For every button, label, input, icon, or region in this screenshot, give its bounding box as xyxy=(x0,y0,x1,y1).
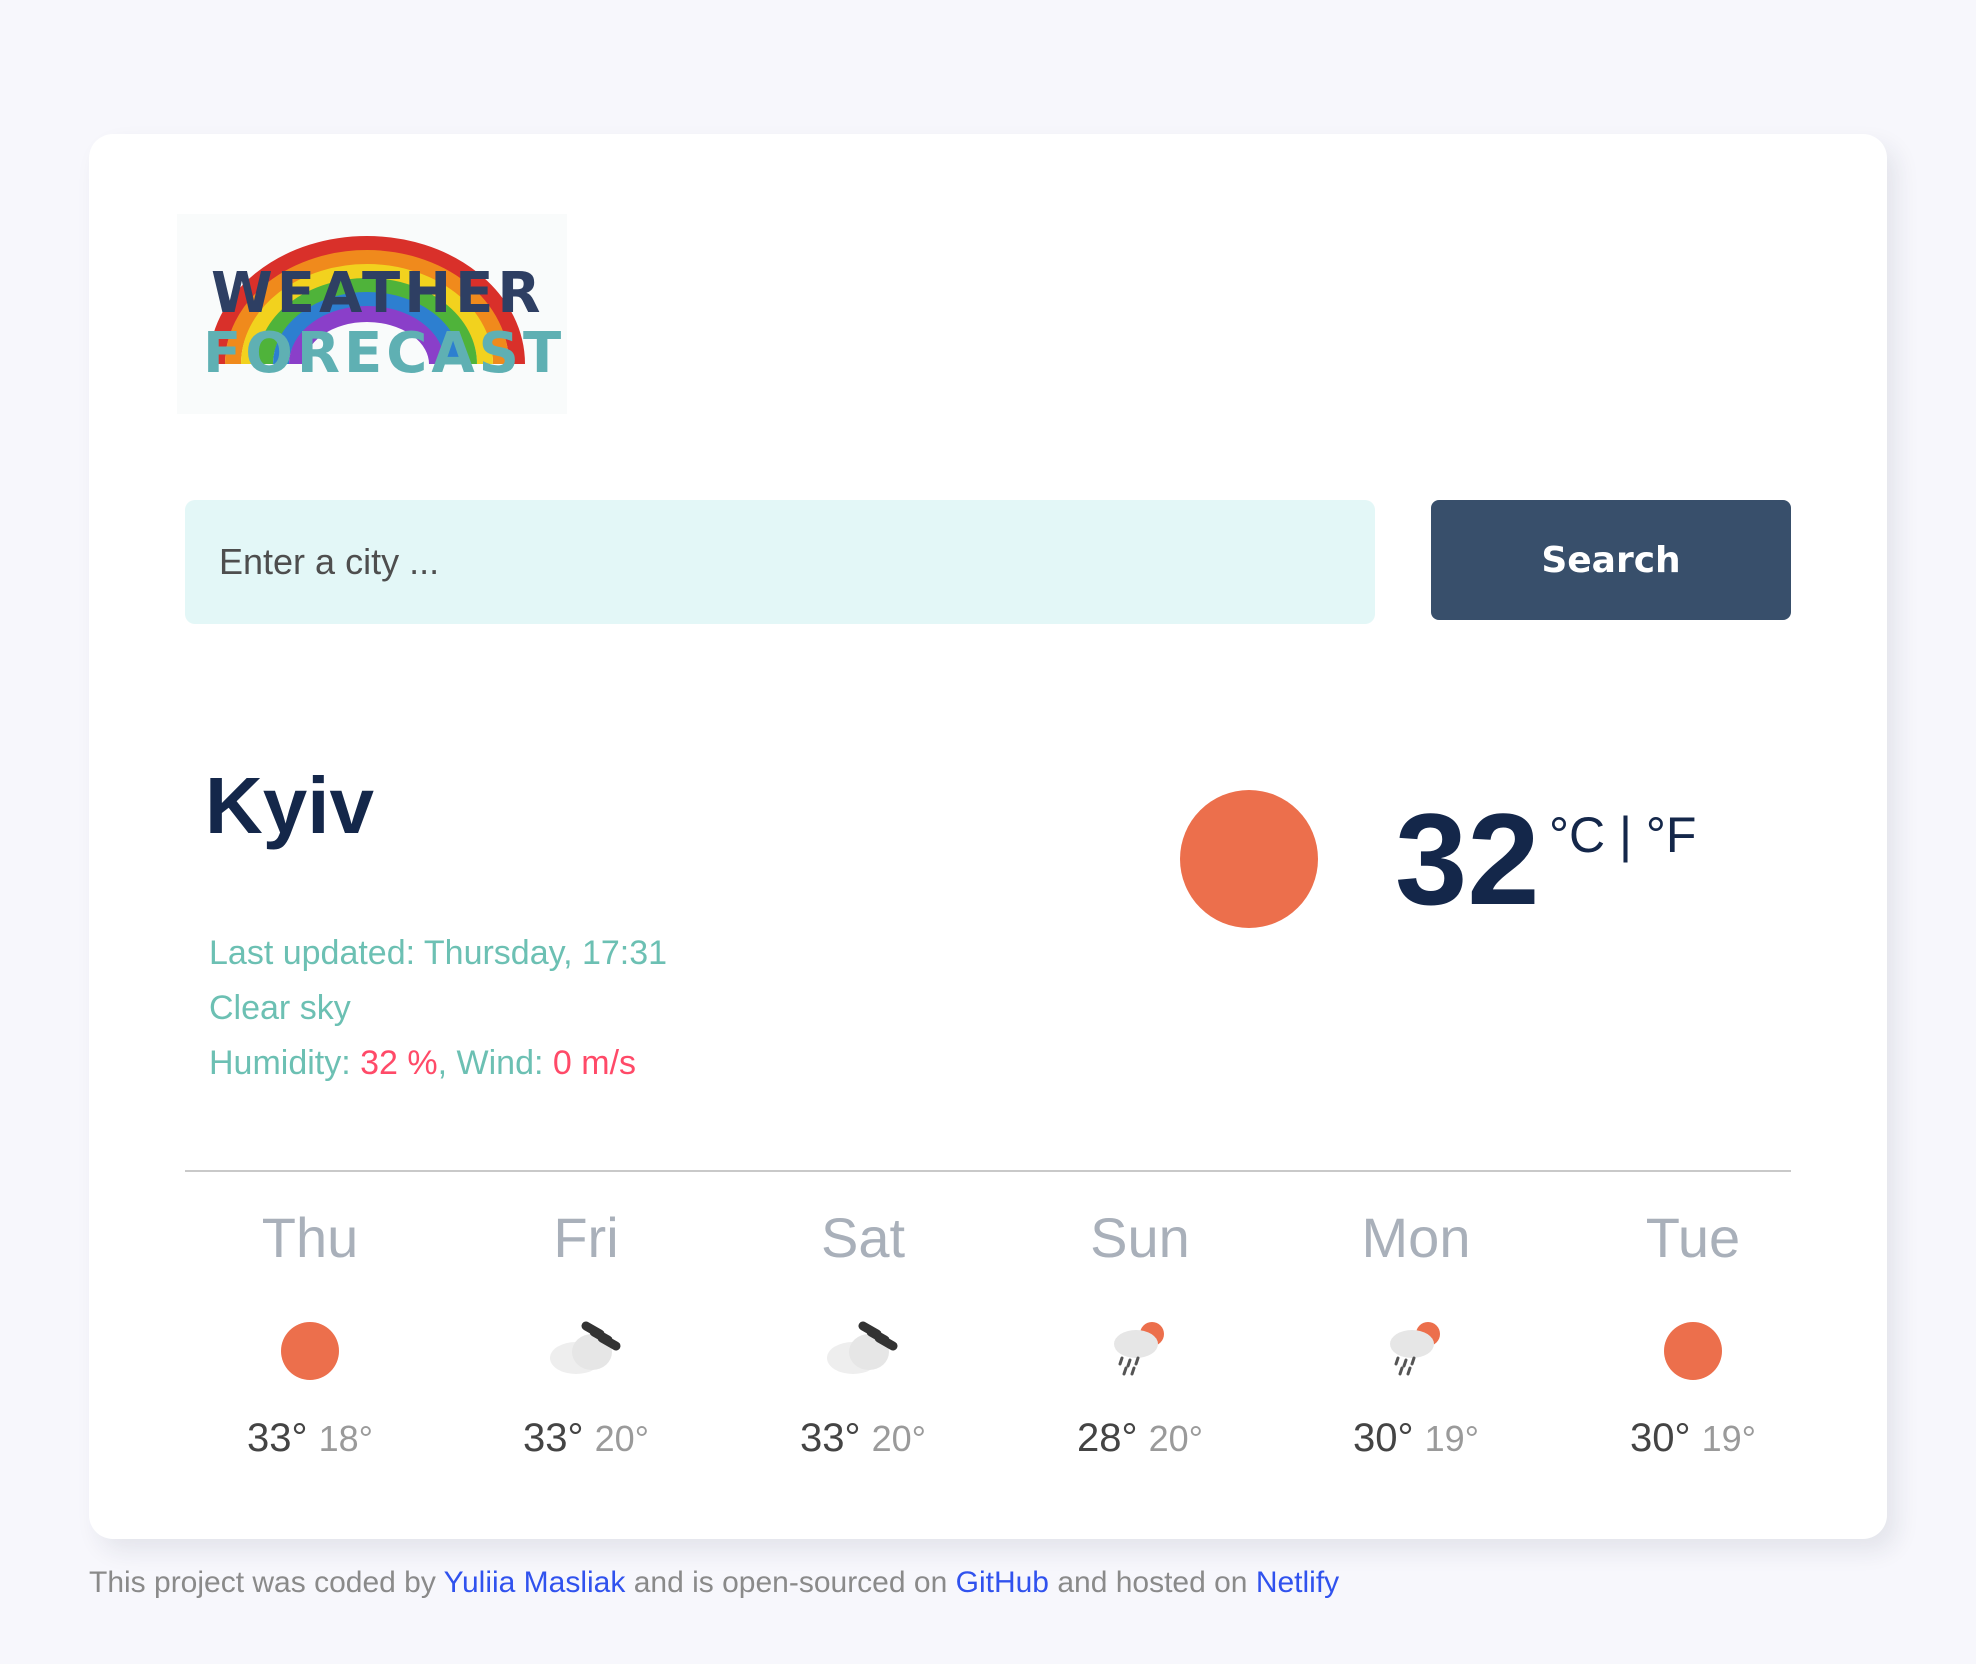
forecast-max: 33° xyxy=(799,1416,861,1460)
search-button[interactable]: Search xyxy=(1431,500,1791,620)
celsius-link[interactable]: °C xyxy=(1549,807,1605,863)
wind-label: , Wind: xyxy=(437,1044,553,1082)
forecast-day-name: Sat xyxy=(820,1206,906,1269)
weather-forecast-logo: WEATHER FORECAST xyxy=(177,214,567,414)
city-search-input[interactable] xyxy=(185,500,1375,624)
github-link[interactable]: GitHub xyxy=(956,1566,1049,1599)
weather-card: WEATHER FORECAST Search Kyiv Last update… xyxy=(89,134,1887,1539)
weather-description: Clear sky xyxy=(209,989,351,1027)
forecast-day: Sat 33° 20° xyxy=(738,1206,988,1460)
forecast-max: 30° xyxy=(1629,1416,1691,1460)
forecast-day-name: Mon xyxy=(1361,1206,1471,1269)
sun-icon xyxy=(1180,790,1318,928)
current-temperature: 32 xyxy=(1395,786,1540,932)
forecast: Thu 33° 18° Fri 33° 20° Sat 33° 20° Sun … xyxy=(185,1210,1845,1510)
netlify-link[interactable]: Netlify xyxy=(1256,1566,1339,1599)
footer-text: and is open-sourced on xyxy=(625,1566,956,1599)
wind-value: 0 m/s xyxy=(552,1044,637,1082)
forecast-day-name: Thu xyxy=(261,1206,359,1269)
sun-icon xyxy=(281,1322,339,1380)
forecast-max: 30° xyxy=(1352,1416,1414,1460)
forecast-day-name: Tue xyxy=(1645,1206,1741,1269)
humidity-label: Humidity: xyxy=(209,1044,361,1082)
weather-details: Last updated: Thursday, 17:31 Clear sky … xyxy=(209,926,667,1091)
rain-sun-icon xyxy=(1390,1322,1440,1376)
forecast-min: 20° xyxy=(594,1418,650,1459)
unit-separator: | xyxy=(1605,807,1646,863)
forecast-min: 20° xyxy=(871,1418,927,1459)
forecast-min: 18° xyxy=(318,1418,374,1459)
forecast-day: Mon 30° 19° xyxy=(1291,1206,1541,1460)
humidity-wind: Humidity: 32 %, Wind: 0 m/s xyxy=(209,1036,667,1091)
last-updated-label: Last updated: xyxy=(209,934,424,972)
unit-toggle: °C | °F xyxy=(1549,810,1696,860)
forecast-min: 19° xyxy=(1701,1418,1757,1459)
city-name: Kyiv xyxy=(205,761,374,850)
sun-icon xyxy=(1664,1322,1722,1380)
forecast-min: 20° xyxy=(1148,1418,1204,1459)
last-updated: Last updated: Thursday, 17:31 xyxy=(209,926,667,981)
rain-sun-icon xyxy=(1114,1322,1164,1376)
forecast-max: 28° xyxy=(1076,1416,1138,1460)
fahrenheit-link[interactable]: °F xyxy=(1646,807,1697,863)
footer: This project was coded by Yuliia Masliak… xyxy=(89,1566,1339,1600)
forecast-max: 33° xyxy=(522,1416,584,1460)
cloud-icon xyxy=(550,1321,621,1374)
forecast-day-name: Sun xyxy=(1090,1206,1190,1269)
logo-line1: WEATHER xyxy=(211,261,544,326)
logo-line2: FORECAST xyxy=(203,321,565,386)
forecast-day-name: Fri xyxy=(553,1206,619,1269)
humidity-value: 32 % xyxy=(360,1044,438,1082)
divider xyxy=(185,1170,1791,1172)
forecast-day: Tue 30° 19° xyxy=(1568,1206,1818,1460)
forecast-day: Sun 28° 20° xyxy=(1015,1206,1265,1460)
last-updated-value: Thursday, 17:31 xyxy=(423,934,668,972)
cloud-icon xyxy=(827,1321,898,1374)
footer-text: This project was coded by xyxy=(89,1566,444,1599)
forecast-max: 33° xyxy=(246,1416,308,1460)
forecast-day: Fri 33° 20° xyxy=(461,1206,711,1460)
author-link[interactable]: Yuliia Masliak xyxy=(444,1566,626,1599)
forecast-day: Thu 33° 18° xyxy=(185,1206,435,1460)
footer-text: and hosted on xyxy=(1048,1566,1256,1599)
forecast-min: 19° xyxy=(1424,1418,1480,1459)
